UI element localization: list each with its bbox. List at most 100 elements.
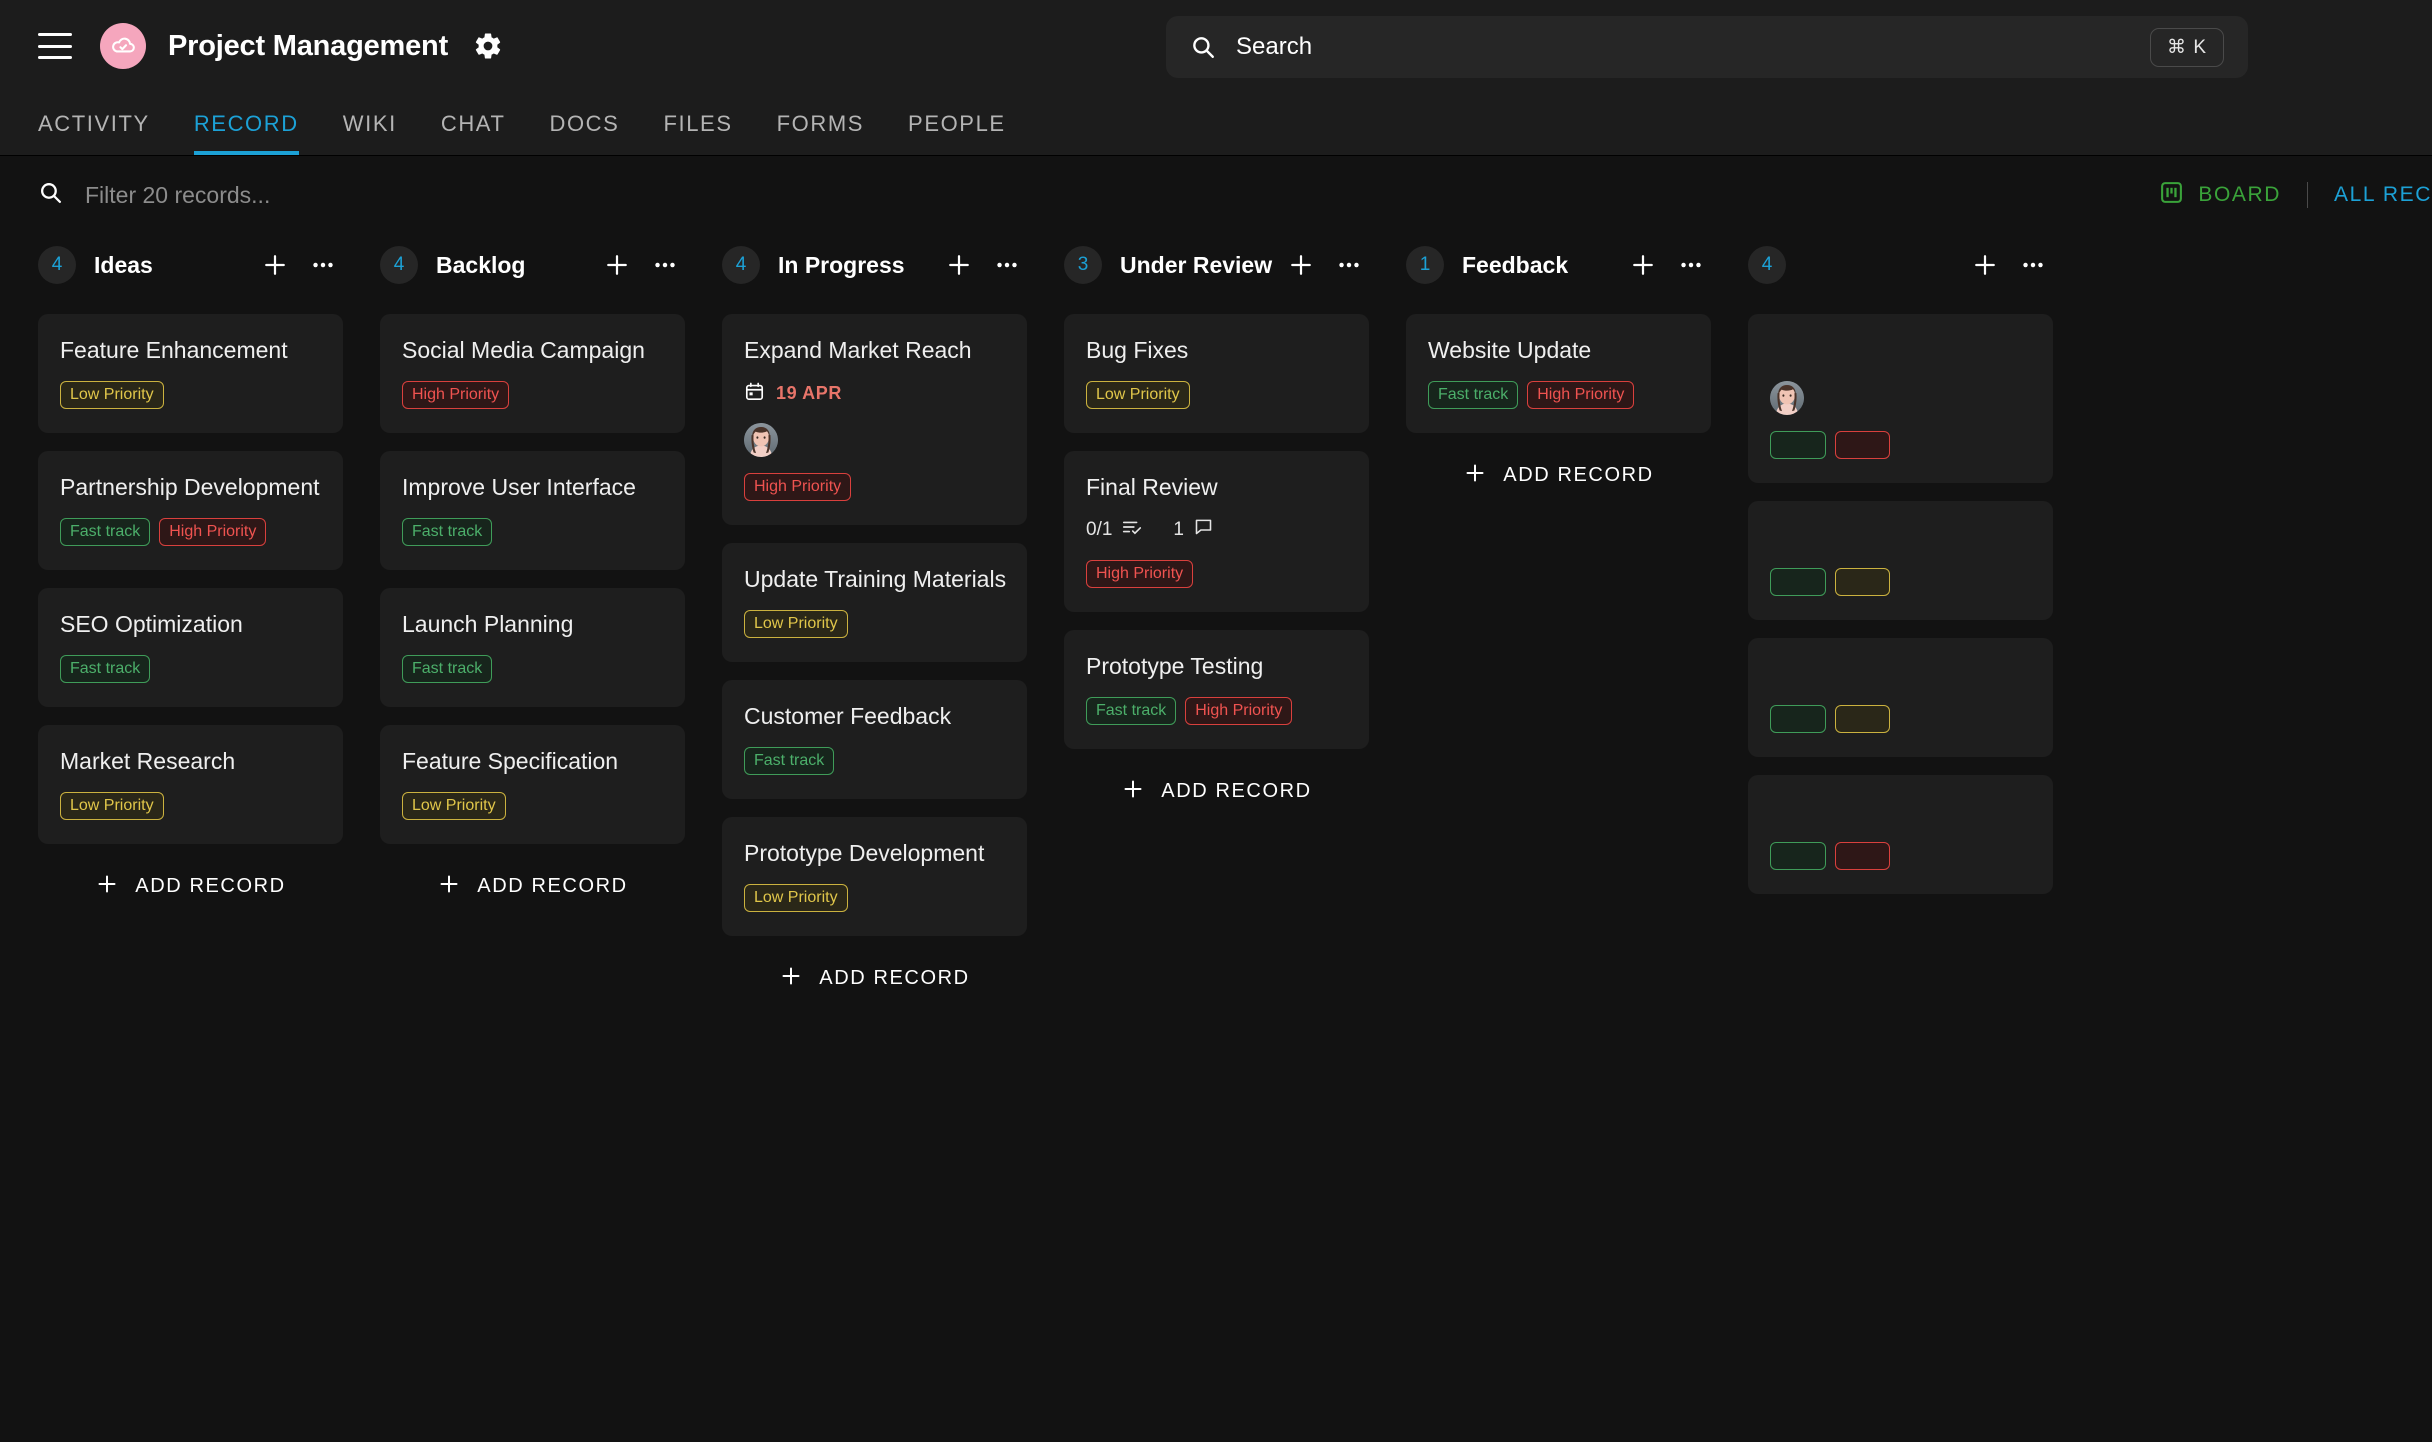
tag-fast: Fast track (60, 517, 151, 546)
ellipsis-icon[interactable] (307, 249, 339, 281)
tag-low (1834, 704, 1891, 733)
filter-input[interactable] (85, 181, 645, 209)
tab-chat[interactable]: CHAT (419, 92, 528, 155)
card-title: Final Review (1086, 473, 1218, 500)
tag-fast (1770, 430, 1826, 459)
kanban-board[interactable]: 4 Ideas Feature Enhancement Low Priority Par… (0, 234, 2432, 1442)
tag-high: High Priority (744, 472, 852, 501)
gear-icon[interactable] (472, 30, 504, 62)
tab-people[interactable]: PEOPLE (886, 92, 1028, 155)
board-column: 4 Backlog Social Media Campaign High Priori… (380, 234, 685, 902)
card-tags: Low Priority (402, 791, 663, 820)
tag-fast: Fast track (744, 746, 835, 775)
search-input[interactable] (1236, 33, 2151, 61)
record-card[interactable]: Feature Specification Low Priority (380, 724, 685, 844)
record-card[interactable]: Website Update Fast track High Priority (1406, 314, 1711, 433)
column-title: Ideas (94, 251, 153, 278)
record-card[interactable] (1748, 774, 2053, 894)
ellipsis-icon[interactable] (1675, 249, 1707, 281)
card-tags: Fast track (744, 746, 1005, 775)
card-tags: Low Priority (744, 609, 1005, 638)
tab-wiki[interactable]: WIKI (321, 92, 419, 155)
tag-fast: Fast track (402, 517, 493, 546)
record-card[interactable]: Improve User Interface Fast track (380, 450, 685, 570)
record-card[interactable]: Bug Fixes Low Priority (1064, 314, 1369, 433)
checklist-count: 0/1 (1086, 518, 1113, 540)
add-record-button[interactable]: ADD RECORD (1064, 777, 1369, 807)
tag-high (1834, 430, 1891, 459)
column-count-badge: 4 (38, 246, 76, 284)
view-board-label: BOARD (2198, 183, 2282, 206)
record-card[interactable]: Expand Market Reach 19 APR High Priority (722, 314, 1027, 525)
record-card[interactable]: Update Training Materials Low Priority (722, 542, 1027, 662)
card-tags: Low Priority (60, 380, 321, 409)
plus-icon (437, 872, 461, 902)
record-card[interactable]: Prototype Testing Fast track High Priority (1064, 629, 1369, 749)
plus-icon[interactable] (1285, 249, 1317, 281)
comment-count: 1 (1173, 518, 1184, 540)
record-card[interactable]: Market Research Low Priority (38, 724, 343, 844)
avatar[interactable] (1770, 380, 1804, 415)
plus-icon[interactable] (601, 249, 633, 281)
column-header: 4 Ideas (38, 234, 343, 296)
plus-icon[interactable] (1969, 249, 2001, 281)
column-count-badge: 4 (722, 246, 760, 284)
card-title: Launch Planning (402, 610, 574, 637)
record-card[interactable]: Launch Planning Fast track (380, 587, 685, 707)
avatar[interactable] (744, 422, 778, 457)
ellipsis-icon[interactable] (649, 249, 681, 281)
hamburger-icon[interactable] (38, 33, 72, 59)
record-card[interactable] (1748, 500, 2053, 620)
record-card[interactable] (1748, 314, 2053, 483)
tab-files[interactable]: FILES (641, 92, 754, 155)
column-header: 4 In Progress (722, 234, 1027, 296)
card-tags: Fast track (402, 517, 663, 546)
card-title: Prototype Development (744, 839, 985, 866)
card-tags (1770, 430, 2031, 459)
tab-record[interactable]: RECORD (172, 92, 321, 155)
record-card[interactable]: Customer Feedback Fast track (722, 679, 1027, 799)
record-card[interactable] (1748, 637, 2053, 757)
global-search[interactable]: ⌘ K (1166, 16, 2248, 78)
view-all-records-button[interactable]: ALL REC (2334, 183, 2432, 207)
record-card[interactable]: Social Media Campaign High Priority (380, 314, 685, 433)
ellipsis-icon[interactable] (2017, 249, 2049, 281)
add-record-button[interactable]: ADD RECORD (38, 872, 343, 902)
record-card[interactable]: Final Review 0/1 1 High Priority (1064, 450, 1369, 612)
card-title: Market Research (60, 747, 236, 774)
record-card[interactable]: Prototype Development Low Priority (722, 816, 1027, 936)
column-count-badge: 1 (1406, 246, 1444, 284)
record-card[interactable]: SEO Optimization Fast track (38, 587, 343, 707)
add-record-button[interactable]: ADD RECORD (380, 872, 685, 902)
board-column: 4 In Progress Expand Market Reach 19 APR Hig… (722, 234, 1027, 994)
card-title (1770, 660, 2031, 689)
add-record-label: ADD RECORD (1161, 780, 1312, 803)
plus-icon[interactable] (259, 249, 291, 281)
tab-forms[interactable]: FORMS (755, 92, 886, 155)
ellipsis-icon[interactable] (991, 249, 1023, 281)
board-column: 1 Feedback Website Update Fast track High Pr… (1406, 234, 1711, 491)
tab-docs[interactable]: DOCS (527, 92, 641, 155)
card-tags: High Priority (402, 380, 663, 409)
card-tags: High Priority (744, 472, 1005, 501)
tag-fast: Fast track (1086, 696, 1177, 725)
plus-icon[interactable] (1627, 249, 1659, 281)
main-tabs: ACTIVITY RECORD WIKI CHAT DOCS FILES FOR… (0, 92, 2432, 156)
add-record-button[interactable]: ADD RECORD (722, 964, 1027, 994)
add-record-label: ADD RECORD (819, 967, 970, 990)
ellipsis-icon[interactable] (1333, 249, 1365, 281)
view-board-button[interactable]: BOARD (2159, 180, 2281, 211)
tag-low: Low Priority (1086, 380, 1190, 409)
tag-low: Low Priority (744, 883, 848, 912)
tab-activity[interactable]: ACTIVITY (38, 92, 172, 155)
tag-fast: Fast track (60, 654, 151, 683)
add-record-button[interactable]: ADD RECORD (1406, 461, 1711, 491)
tab-label: PEOPLE (908, 110, 1006, 136)
record-filter[interactable] (38, 180, 645, 210)
record-card[interactable]: Partnership Development Fast track High Pr… (38, 450, 343, 570)
card-tags: Fast track High Priority (1428, 380, 1689, 409)
record-card[interactable]: Feature Enhancement Low Priority (38, 314, 343, 433)
column-count-badge: 4 (380, 246, 418, 284)
plus-icon[interactable] (943, 249, 975, 281)
card-tags: Fast track High Priority (60, 517, 321, 546)
